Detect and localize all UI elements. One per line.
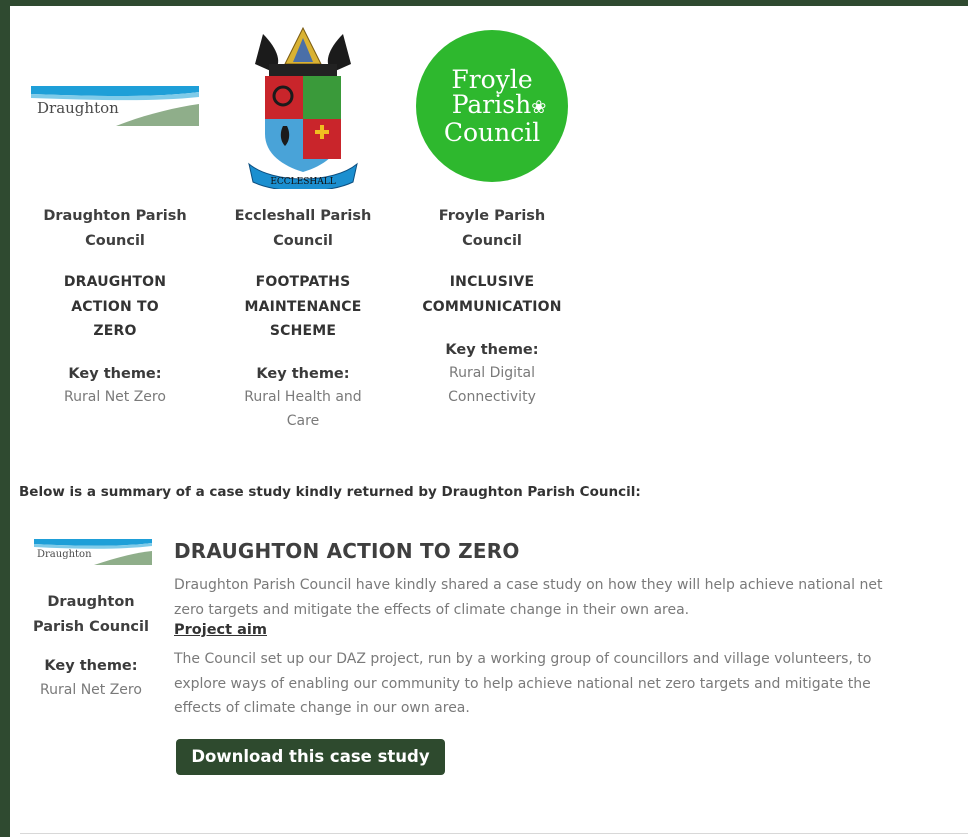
- froyle-logo-line: Parish❀: [451, 90, 547, 119]
- case-study-intro: Draughton Parish Council have kindly sha…: [174, 577, 883, 618]
- key-theme-label: Key theme:: [68, 366, 162, 382]
- svg-text:Draughton: Draughton: [37, 99, 119, 117]
- svg-text:Draughton: Draughton: [37, 549, 92, 560]
- draughton-logo-graphic: Draughton: [31, 86, 199, 126]
- project-aim-text: The Council set up our DAZ project, run …: [174, 651, 872, 716]
- froyle-logo-circle: Froyle Parish❀ Council: [416, 30, 568, 182]
- key-theme-label: Key theme:: [445, 342, 539, 358]
- council-name: Eccleshall Parish Council: [234, 208, 372, 249]
- draughton-logo-small: Draughton: [34, 539, 152, 565]
- case-study-key-theme-label: Key theme:: [44, 658, 138, 674]
- case-study-key-theme-value: Rural Net Zero: [40, 682, 142, 698]
- page-content: Draughton Draughton Parish Council DRAUG…: [10, 6, 968, 837]
- divider: [20, 833, 968, 834]
- froyle-logo: Froyle Parish❀ Council: [407, 26, 577, 186]
- froyle-logo-line: Council: [443, 118, 541, 147]
- summary-intro: Below is a summary of a case study kindl…: [19, 484, 641, 500]
- council-name: Draughton Parish Council: [43, 208, 187, 249]
- council-name: Froyle Parish Council: [438, 208, 546, 249]
- project-name: DRAUGHTON ACTION TO ZERO: [63, 274, 167, 339]
- coat-of-arms-icon: ECCLESHALL: [248, 26, 358, 189]
- case-study-title: DRAUGHTON ACTION TO ZERO: [174, 539, 520, 563]
- key-theme-value: Rural Digital Connectivity: [448, 365, 536, 405]
- leaf-icon: ❀: [531, 97, 547, 118]
- case-study-council: Draughton Parish Council: [33, 594, 149, 635]
- key-theme-label: Key theme:: [256, 366, 350, 382]
- project-aim-heading: Project aim: [174, 622, 267, 638]
- froyle-logo-line: Froyle: [451, 65, 533, 94]
- download-case-study-button[interactable]: Download this case study: [176, 739, 445, 775]
- eccleshall-coat-of-arms: ECCLESHALL: [218, 26, 388, 189]
- draughton-logo: Draughton: [30, 26, 200, 186]
- key-theme-value: Rural Net Zero: [64, 389, 166, 405]
- case-study-logo: Draughton: [34, 539, 152, 569]
- key-theme-value: Rural Health and Care: [244, 389, 362, 429]
- project-name: INCLUSIVE COMMUNICATION: [422, 274, 562, 315]
- project-name: FOOTPATHS MAINTENANCE SCHEME: [244, 274, 362, 339]
- svg-text:ECCLESHALL: ECCLESHALL: [270, 177, 335, 187]
